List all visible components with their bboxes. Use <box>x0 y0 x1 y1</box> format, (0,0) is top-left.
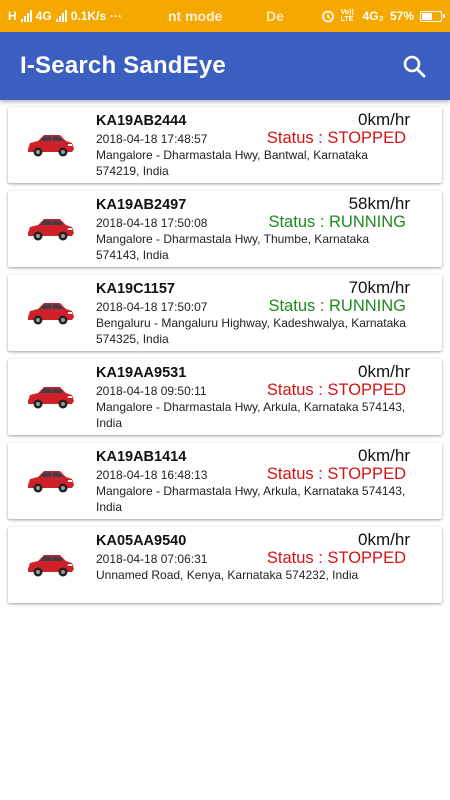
car-icon <box>28 471 74 493</box>
data-speed: 0.1K/s <box>70 9 107 23</box>
status-right: Vo)) LTE 4G₂ 57% <box>321 9 445 23</box>
lte-label: Vo)) LTE <box>340 9 354 23</box>
vehicle-address: Mangalore - Dharmastala Hwy, Arkula, Kar… <box>96 484 406 514</box>
vehicle-speed: 0km/hr <box>358 446 410 465</box>
car-thumbnail <box>8 107 92 183</box>
vehicle-address: Unnamed Road, Kenya, Karnataka 574232, I… <box>96 568 359 582</box>
card-body: KA19AA9531 2018-04-18 09:50:11 Mangalore… <box>92 359 442 435</box>
app-bar: I-Search SandEye <box>0 32 450 100</box>
card-body: KA19AB2497 2018-04-18 17:50:08 Mangalore… <box>92 191 442 267</box>
network-type-4g: 4G <box>35 9 52 23</box>
battery-percent: 57% <box>389 9 414 23</box>
vehicle-card-ka19c1157[interactable]: KA19C1157 2018-04-18 17:50:07 Bengaluru … <box>8 275 442 351</box>
vehicle-speed: 58km/hr <box>348 194 410 213</box>
car-thumbnail <box>8 191 92 267</box>
vehicle-speed: 70km/hr <box>348 278 410 297</box>
car-icon <box>28 303 74 325</box>
vehicle-card-ka19ab2444[interactable]: KA19AB2444 2018-04-18 17:48:57 Mangalore… <box>8 107 442 183</box>
search-button[interactable] <box>398 50 430 82</box>
card-body: KA19AB1414 2018-04-18 16:48:13 Mangalore… <box>92 443 442 519</box>
notification-ticker-2: De <box>266 8 284 24</box>
more-dots: ··· <box>110 9 123 23</box>
battery-level <box>422 12 432 20</box>
vehicle-speed: 0km/hr <box>358 530 410 549</box>
network-type-h: H <box>8 9 17 23</box>
car-thumbnail <box>8 359 92 435</box>
vehicle-speed: 0km/hr <box>358 110 410 129</box>
vehicle-status: Status : STOPPED <box>266 549 406 567</box>
vehicle-card-ka19ab1414[interactable]: KA19AB1414 2018-04-18 16:48:13 Mangalore… <box>8 443 442 519</box>
card-body: KA19C1157 2018-04-18 17:50:07 Bengaluru … <box>92 275 442 351</box>
system-status-bar: H 4G 0.1K/s ··· nt mode De Vo)) LTE 4G₂ … <box>0 0 450 32</box>
search-icon <box>403 55 426 78</box>
vehicle-status: Status : RUNNING <box>268 297 406 315</box>
car-thumbnail <box>8 443 92 519</box>
car-icon <box>28 135 74 157</box>
vehicle-status: Status : RUNNING <box>268 213 406 231</box>
car-thumbnail <box>8 527 92 603</box>
vehicle-address: Mangalore - Dharmastala Hwy, Thumbe, Kar… <box>96 232 370 262</box>
card-body: KA05AA9540 2018-04-18 07:06:31 Unnamed R… <box>92 527 442 603</box>
vehicle-status: Status : STOPPED <box>266 381 406 399</box>
signal-icon-2 <box>55 10 67 22</box>
signal-icon <box>20 10 32 22</box>
status-left: H 4G 0.1K/s ··· <box>8 9 122 23</box>
notification-ticker: nt mode <box>168 8 223 24</box>
vehicle-card-ka05aa9540[interactable]: KA05AA9540 2018-04-18 07:06:31 Unnamed R… <box>8 527 442 603</box>
vehicle-address: Mangalore - Dharmastala Hwy, Arkula, Kar… <box>96 400 406 430</box>
car-thumbnail <box>8 275 92 351</box>
vehicle-list: KA19AB2444 2018-04-18 17:48:57 Mangalore… <box>0 100 450 603</box>
alarm-icon <box>321 10 334 23</box>
vehicle-address: Mangalore - Dharmastala Hwy, Bantwal, Ka… <box>96 148 368 178</box>
car-icon <box>28 555 74 577</box>
app-title: I-Search SandEye <box>20 52 226 79</box>
car-icon <box>28 219 74 241</box>
vehicle-card-ka19ab2497[interactable]: KA19AB2497 2018-04-18 17:50:08 Mangalore… <box>8 191 442 267</box>
vehicle-status: Status : STOPPED <box>266 465 406 483</box>
battery-icon <box>420 10 445 22</box>
vehicle-card-ka19aa9531[interactable]: KA19AA9531 2018-04-18 09:50:11 Mangalore… <box>8 359 442 435</box>
car-icon <box>28 387 74 409</box>
vehicle-status: Status : STOPPED <box>266 129 406 147</box>
vehicle-speed: 0km/hr <box>358 362 410 381</box>
card-body: KA19AB2444 2018-04-18 17:48:57 Mangalore… <box>92 107 442 183</box>
network-type-4g-2: 4G₂ <box>362 9 384 23</box>
vehicle-address: Bengaluru - Mangaluru Highway, Kadeshwal… <box>96 316 406 346</box>
